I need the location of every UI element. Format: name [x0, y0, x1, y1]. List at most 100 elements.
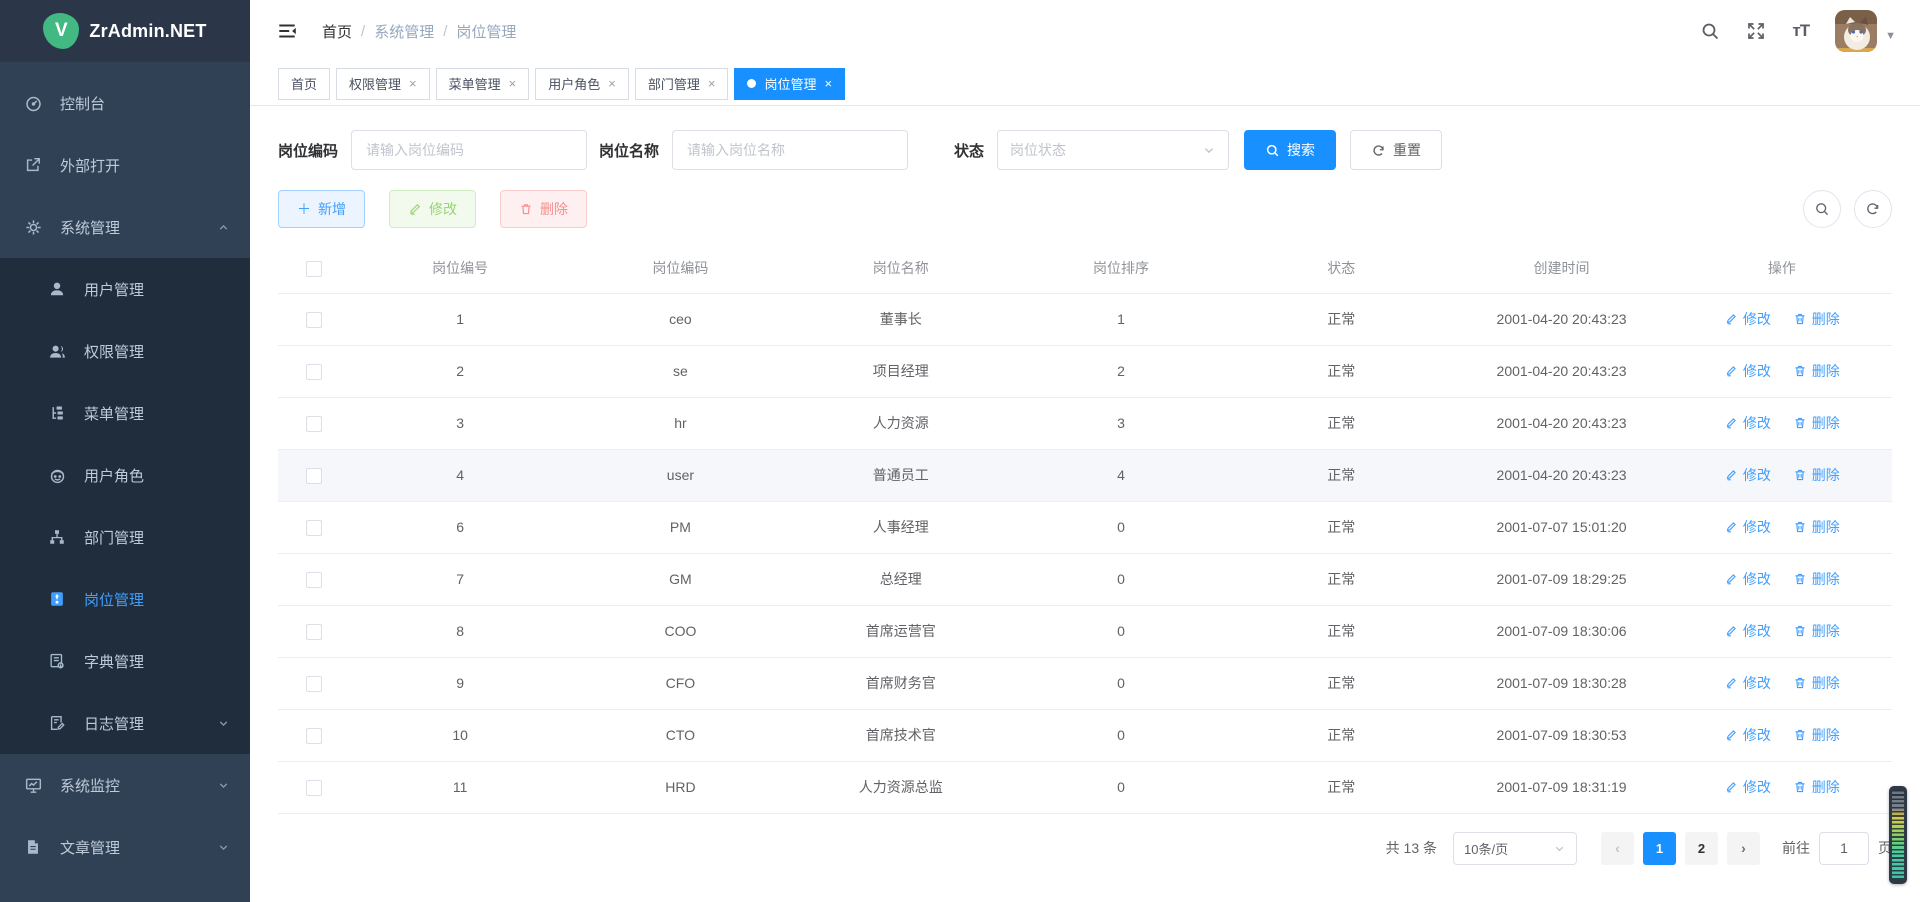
- sidebar-item-dept-mgmt[interactable]: 部门管理: [0, 506, 250, 568]
- post-code-input[interactable]: [351, 130, 587, 170]
- font-size-icon[interactable]: ᴛT: [1792, 21, 1809, 41]
- avatar[interactable]: [1835, 10, 1877, 52]
- row-checkbox[interactable]: [306, 364, 322, 380]
- breadcrumb-home[interactable]: 首页: [322, 21, 352, 42]
- row-edit-link[interactable]: 修改: [1724, 465, 1771, 485]
- sidebar-item-external-open[interactable]: 外部打开: [0, 134, 250, 196]
- table-row[interactable]: 8 COO 首席运营官 0 正常 2001-07-09 18:30:06 修改 …: [278, 605, 1892, 657]
- table-row[interactable]: 4 user 普通员工 4 正常 2001-04-20 20:43:23 修改 …: [278, 449, 1892, 501]
- table-row[interactable]: 2 se 项目经理 2 正常 2001-04-20 20:43:23 修改 删除: [278, 345, 1892, 397]
- row-checkbox[interactable]: [306, 572, 322, 588]
- row-delete-link[interactable]: 删除: [1793, 673, 1840, 693]
- sidebar-item-dashboard[interactable]: 控制台: [0, 72, 250, 134]
- user-menu[interactable]: ▼: [1835, 10, 1896, 52]
- row-delete-link[interactable]: 删除: [1793, 309, 1840, 329]
- table-tools: [1803, 190, 1892, 228]
- row-delete-link[interactable]: 删除: [1793, 517, 1840, 537]
- table-row[interactable]: 3 hr 人力资源 3 正常 2001-04-20 20:43:23 修改 删除: [278, 397, 1892, 449]
- page-button-2[interactable]: 2: [1685, 832, 1718, 865]
- sidebar-item-log-mgmt[interactable]: 日志管理: [0, 692, 250, 754]
- tab-role[interactable]: 用户角色 ×: [535, 68, 629, 100]
- row-delete-link[interactable]: 删除: [1793, 725, 1840, 745]
- tab-post[interactable]: 岗位管理 ×: [734, 68, 845, 100]
- select-all-checkbox[interactable]: [306, 261, 322, 277]
- row-checkbox[interactable]: [306, 624, 322, 640]
- row-edit-link[interactable]: 修改: [1724, 777, 1771, 797]
- tab-menu[interactable]: 菜单管理 ×: [436, 68, 530, 100]
- tab-perm[interactable]: 权限管理 ×: [336, 68, 430, 100]
- logo[interactable]: V ZrAdmin.NET: [0, 0, 250, 62]
- close-icon[interactable]: ×: [608, 77, 616, 90]
- row-delete-link[interactable]: 删除: [1793, 413, 1840, 433]
- refresh-button[interactable]: [1854, 190, 1892, 228]
- sidebar-item-user-mgmt[interactable]: 用户管理: [0, 258, 250, 320]
- close-icon[interactable]: ×: [509, 77, 517, 90]
- table-row[interactable]: 10 CTO 首席技术官 0 正常 2001-07-09 18:30:53 修改…: [278, 709, 1892, 761]
- search-button[interactable]: 搜索: [1244, 130, 1336, 170]
- logo-icon: V: [43, 13, 79, 49]
- cell-created-at: 2001-07-09 18:30:06: [1451, 605, 1671, 657]
- row-delete-link[interactable]: 删除: [1793, 361, 1840, 381]
- post-name-label: 岗位名称: [599, 140, 659, 161]
- row-delete-link[interactable]: 删除: [1793, 621, 1840, 641]
- table-row[interactable]: 1 ceo 董事长 1 正常 2001-04-20 20:43:23 修改 删除: [278, 293, 1892, 345]
- row-edit-link[interactable]: 修改: [1724, 517, 1771, 537]
- cell-post-code: CFO: [570, 657, 790, 709]
- row-checkbox[interactable]: [306, 312, 322, 328]
- tab-home[interactable]: 首页: [278, 68, 330, 100]
- table-row[interactable]: 9 CFO 首席财务官 0 正常 2001-07-09 18:30:28 修改 …: [278, 657, 1892, 709]
- post-name-input[interactable]: [672, 130, 908, 170]
- row-checkbox[interactable]: [306, 780, 322, 796]
- search-icon[interactable]: [1700, 21, 1720, 41]
- close-icon[interactable]: ×: [824, 77, 832, 90]
- table-row[interactable]: 7 GM 总经理 0 正常 2001-07-09 18:29:25 修改 删除: [278, 553, 1892, 605]
- status-select-placeholder: 岗位状态: [1010, 140, 1066, 160]
- prev-page-button[interactable]: ‹: [1601, 832, 1634, 865]
- goto-page-input[interactable]: [1819, 832, 1869, 865]
- delete-button[interactable]: 删除: [500, 190, 587, 228]
- row-checkbox[interactable]: [306, 416, 322, 432]
- close-icon[interactable]: ×: [708, 77, 716, 90]
- column-header: 操作: [1672, 244, 1892, 293]
- table-header: 岗位编号岗位编码岗位名称岗位排序状态创建时间操作: [278, 244, 1892, 293]
- row-edit-link[interactable]: 修改: [1724, 361, 1771, 381]
- show-search-button[interactable]: [1803, 190, 1841, 228]
- row-edit-link[interactable]: 修改: [1724, 413, 1771, 433]
- sidebar-item-system-monitor[interactable]: 系统监控: [0, 754, 250, 816]
- table-row[interactable]: 11 HRD 人力资源总监 0 正常 2001-07-09 18:31:19 修…: [278, 761, 1892, 813]
- sidebar-item-label: 用户角色: [84, 465, 230, 486]
- page-button-1[interactable]: 1: [1643, 832, 1676, 865]
- row-delete-link[interactable]: 删除: [1793, 569, 1840, 589]
- next-page-button[interactable]: ›: [1727, 832, 1760, 865]
- row-edit-link[interactable]: 修改: [1724, 673, 1771, 693]
- sidebar-item-perm-mgmt[interactable]: 权限管理: [0, 320, 250, 382]
- row-checkbox[interactable]: [306, 468, 322, 484]
- tab-dept[interactable]: 部门管理 ×: [635, 68, 729, 100]
- edit-button[interactable]: 修改: [389, 190, 476, 228]
- sidebar-item-dict-mgmt[interactable]: 字典管理: [0, 630, 250, 692]
- sidebar-item-system-mgmt[interactable]: 系统管理: [0, 196, 250, 258]
- fullscreen-icon[interactable]: [1746, 21, 1766, 41]
- row-edit-link[interactable]: 修改: [1724, 725, 1771, 745]
- table-row[interactable]: 6 PM 人事经理 0 正常 2001-07-07 15:01:20 修改 删除: [278, 501, 1892, 553]
- sidebar-item-article-mgmt[interactable]: 文章管理: [0, 816, 250, 878]
- sidebar-item-menu-mgmt[interactable]: 菜单管理: [0, 382, 250, 444]
- status-select[interactable]: 岗位状态: [997, 130, 1229, 170]
- sidebar-item-user-role[interactable]: 用户角色: [0, 444, 250, 506]
- row-edit-link[interactable]: 修改: [1724, 569, 1771, 589]
- page-size-select[interactable]: 10条/页: [1453, 832, 1577, 865]
- sidebar-toggle-icon[interactable]: [274, 18, 300, 44]
- row-edit-link[interactable]: 修改: [1724, 621, 1771, 641]
- add-button[interactable]: ＋ 新增: [278, 190, 365, 228]
- scroll-indicator[interactable]: [1889, 786, 1907, 884]
- row-edit-link[interactable]: 修改: [1724, 309, 1771, 329]
- row-checkbox[interactable]: [306, 520, 322, 536]
- reset-button[interactable]: 重置: [1350, 130, 1442, 170]
- breadcrumb-current: 岗位管理: [456, 21, 516, 42]
- sidebar-item-post-mgmt[interactable]: 岗位管理: [0, 568, 250, 630]
- row-delete-link[interactable]: 删除: [1793, 777, 1840, 797]
- row-checkbox[interactable]: [306, 676, 322, 692]
- row-delete-link[interactable]: 删除: [1793, 465, 1840, 485]
- close-icon[interactable]: ×: [409, 77, 417, 90]
- row-checkbox[interactable]: [306, 728, 322, 744]
